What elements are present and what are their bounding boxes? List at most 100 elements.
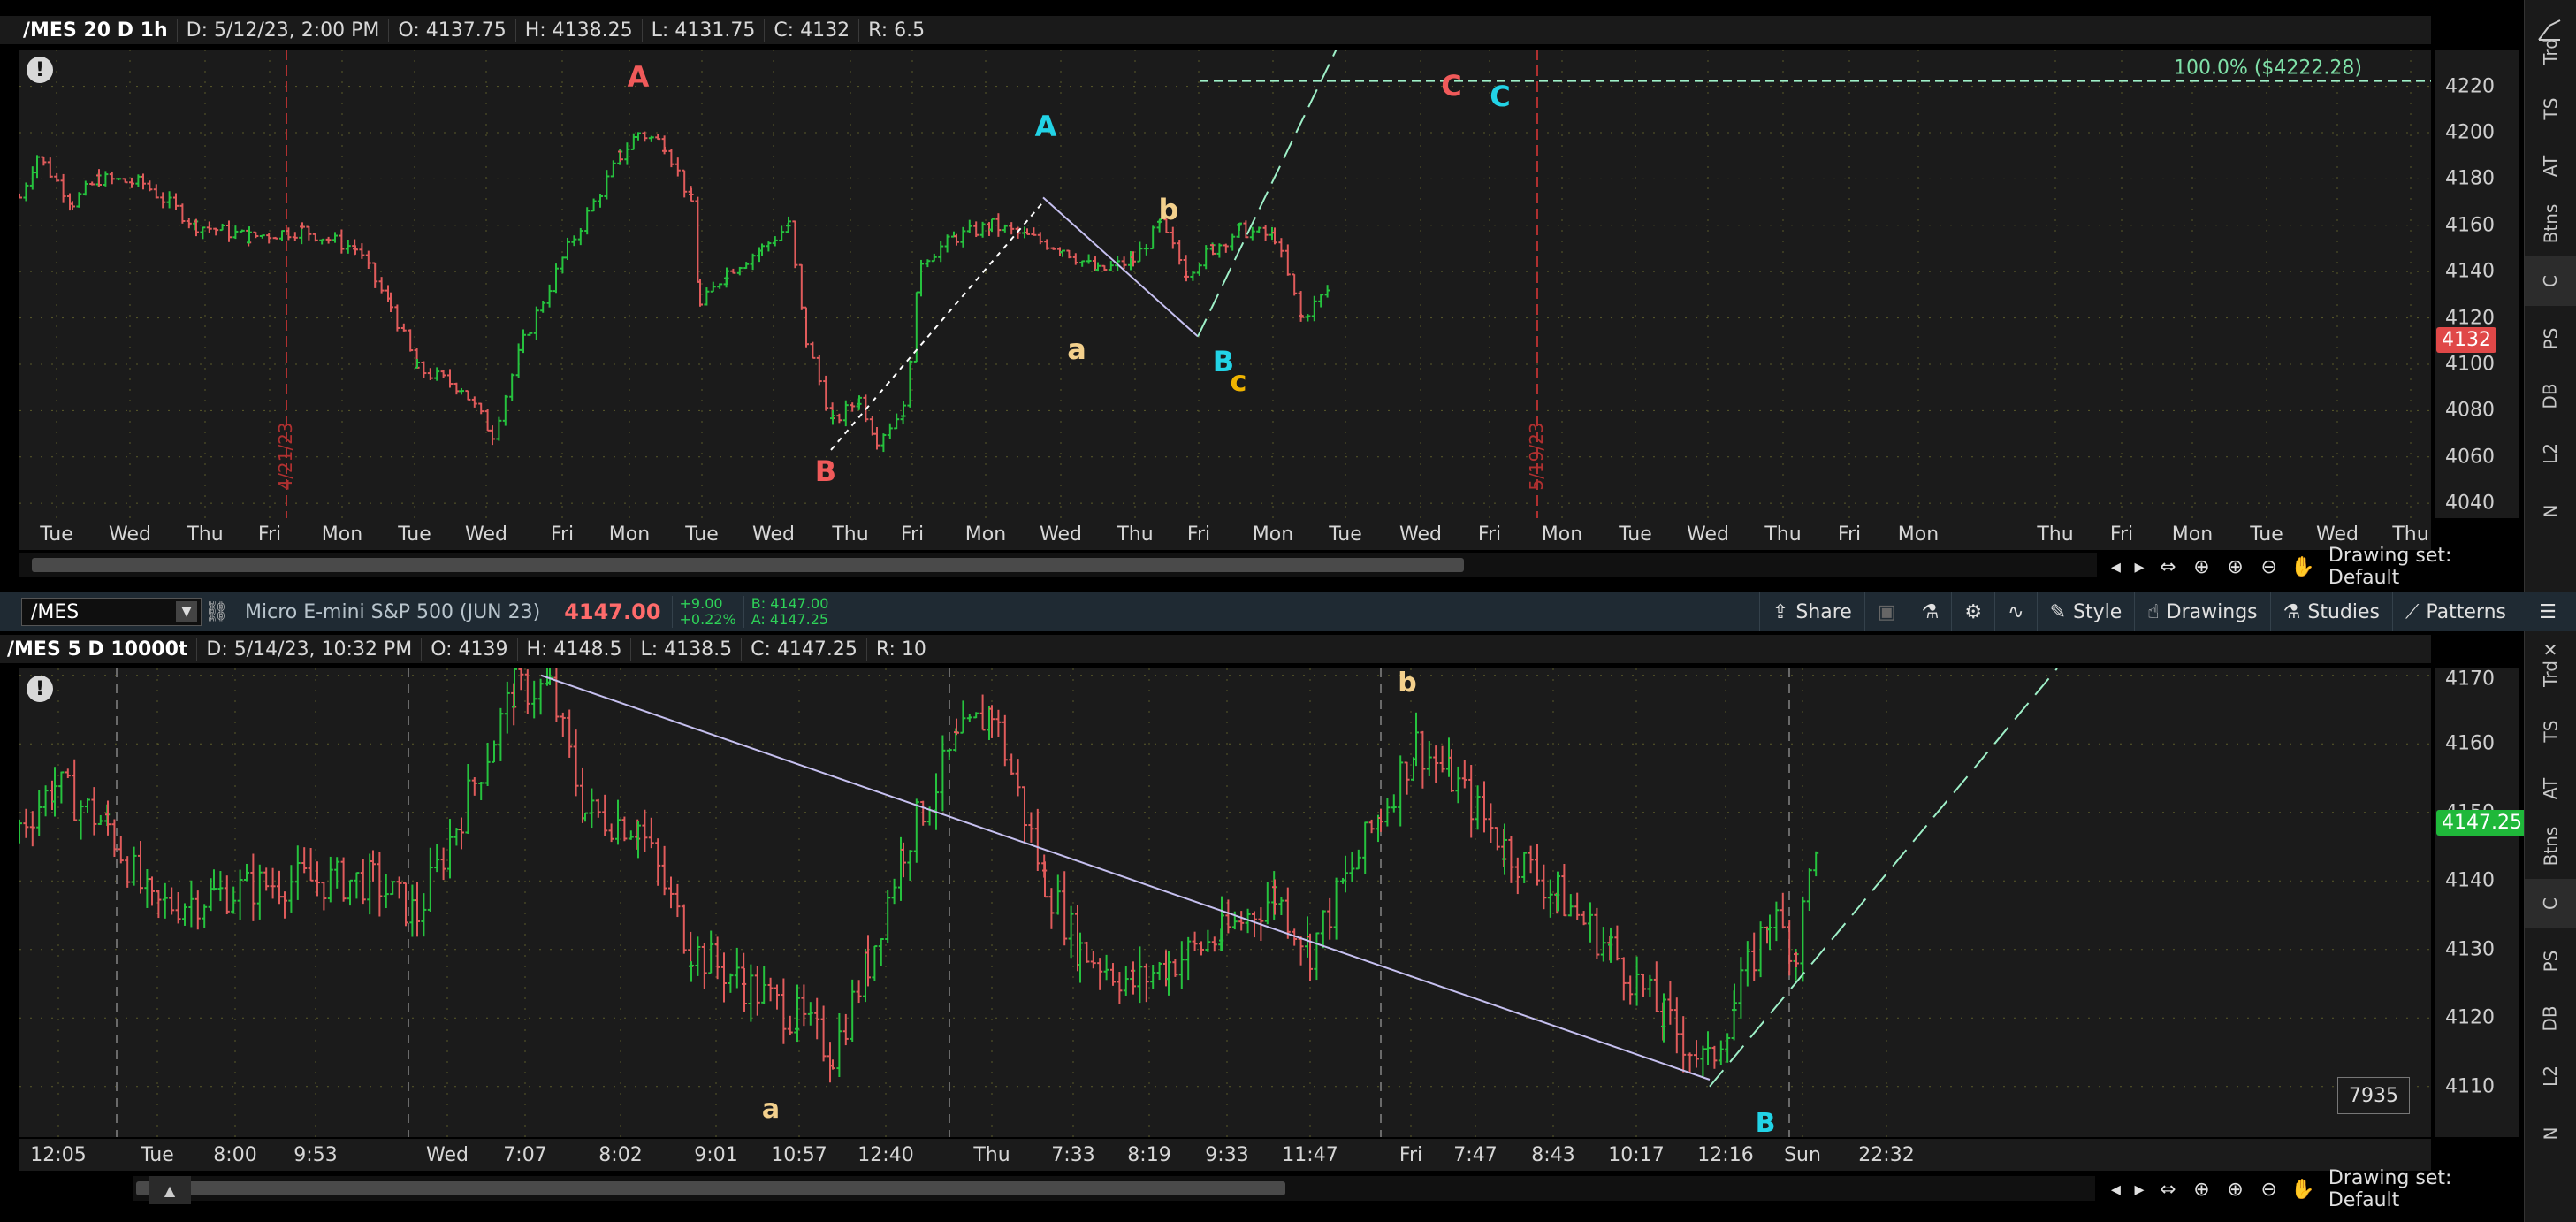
share-label: Share: [1795, 600, 1852, 623]
expand-horizontal-icon[interactable]: ⇔: [2151, 1179, 2184, 1201]
side-tab-at[interactable]: AT: [2525, 141, 2576, 191]
bottom-info-open: O: 4139: [421, 638, 516, 661]
studies-button[interactable]: ⚗ Studies: [2269, 592, 2392, 631]
crosshair-icon[interactable]: ⊕: [2184, 556, 2218, 578]
bottom-chart-plot[interactable]: b a B ! 7935: [19, 668, 2431, 1137]
bottom-last-price-badge: 4147.25: [2436, 810, 2527, 836]
side-tab-ps[interactable]: PS: [2525, 314, 2576, 363]
side-tab-ps[interactable]: PS: [2525, 936, 2576, 986]
time-label: 8:00: [213, 1144, 257, 1166]
scroll-left-icon[interactable]: ◂: [2104, 1179, 2128, 1201]
side-tab-label: C: [2540, 275, 2561, 287]
scroll-left-icon[interactable]: ◂: [2104, 556, 2128, 578]
date-marker-label: 4/21/23: [275, 422, 296, 490]
link-icon[interactable]: ⛓: [202, 601, 232, 623]
side-tab-db[interactable]: DB: [2525, 371, 2576, 421]
side-tab-label: Trd: [2540, 38, 2561, 65]
crosshair-icon[interactable]: ⊕: [2184, 1179, 2218, 1201]
side-tab-ts[interactable]: TS: [2525, 706, 2576, 756]
price-label: 4140: [2445, 260, 2495, 283]
scroll-right-icon[interactable]: ▸: [2128, 1179, 2152, 1201]
side-tab-c[interactable]: C: [2525, 879, 2576, 928]
side-tab-c[interactable]: C: [2525, 256, 2576, 306]
time-label: Fri: [2109, 523, 2134, 546]
side-tab-at[interactable]: AT: [2525, 764, 2576, 813]
side-tab-l2[interactable]: L2: [2525, 429, 2576, 478]
symbol-selector[interactable]: /MES ▼: [21, 598, 202, 626]
side-tab-trd[interactable]: Trd: [2525, 27, 2576, 76]
bottom-time-axis[interactable]: 12:05 Tue 8:00 9:53 Wed 7:07 8:02 9:01 10:57 12:4…: [19, 1139, 2431, 1171]
chart-toolbar: /MES ▼ ⛓ Micro E-mini S&P 500 (JUN 23) 4…: [0, 592, 2576, 631]
zoom-in-icon[interactable]: ⊕: [2219, 1179, 2252, 1201]
zoom-in-icon[interactable]: ⊕: [2219, 556, 2252, 578]
time-label: Wed: [1687, 523, 1729, 546]
bottom-price-axis[interactable]: 4170416041504140413041204110 4147.25: [2435, 668, 2527, 1137]
side-tab-n[interactable]: N: [2525, 486, 2576, 536]
top-chart-plot[interactable]: 4/21/23 5/19/23 100.0% ($4222.28) A B Aa b Bc C C…: [19, 50, 2431, 518]
side-tab-label: PS: [2539, 327, 2561, 350]
bottom-drawing-set[interactable]: Drawing set: Default: [2328, 1167, 2519, 1211]
time-label: Mon: [321, 523, 363, 546]
time-label: 8:43: [1531, 1144, 1575, 1166]
side-tab-btns[interactable]: Btns: [2525, 199, 2576, 248]
top-scroll-thumb[interactable]: [32, 558, 1464, 572]
bottom-scrollbar[interactable]: [133, 1176, 2095, 1201]
settings-button[interactable]: ⚙: [1951, 592, 1994, 631]
share-button[interactable]: ⇪ Share: [1758, 592, 1864, 631]
bottom-chart-symbol[interactable]: /MES 5 D 10000t: [0, 638, 196, 661]
side-tab-trd[interactable]: Trd: [2525, 649, 2576, 699]
time-label: Thu: [187, 523, 224, 546]
side-tab-db[interactable]: DB: [2525, 994, 2576, 1043]
top-time-axis[interactable]: Tue Wed Thu Fri Mon Tue Wed Fri Mon Tue Wed Thu Fri M…: [19, 518, 2431, 550]
top-info-close: C: 4132: [764, 19, 858, 42]
pan-hand-icon[interactable]: ✋: [2286, 1179, 2320, 1201]
time-label: 7:33: [1051, 1144, 1095, 1166]
time-label: Mon: [1897, 523, 1940, 546]
zoom-out-icon[interactable]: ⊖: [2252, 556, 2286, 578]
top-scrollbar[interactable]: [19, 553, 2097, 577]
net-change: +9.00 +0.22%: [671, 596, 743, 628]
side-tab-btns[interactable]: Btns: [2525, 821, 2576, 871]
time-label: Tue: [685, 523, 719, 546]
wave-label: c: [1231, 364, 1247, 398]
side-tab-label: DB: [2540, 1005, 2561, 1032]
quick-chart-button[interactable]: ∿: [1994, 592, 2036, 631]
side-tab-label: DB: [2540, 383, 2561, 409]
chevron-down-icon[interactable]: ▼: [176, 601, 197, 622]
top-chart-symbol[interactable]: /MES 20 D 1h: [0, 19, 177, 42]
expand-horizontal-icon[interactable]: ⇔: [2151, 556, 2184, 578]
side-tab-label: TS: [2539, 720, 2561, 743]
bottom-chart-footer: ◂ ▸ ⇔ ⊕ ⊕ ⊖ ✋ Drawing set: Default: [2104, 1167, 2519, 1211]
expand-panel-icon[interactable]: ▲: [149, 1176, 191, 1204]
bottom-scroll-thumb[interactable]: [136, 1181, 1285, 1195]
side-tab-n[interactable]: N: [2525, 1109, 2576, 1158]
price-label: 4220: [2445, 75, 2495, 98]
top-price-axis[interactable]: 4220 4200 4180 4160 4140 4120 4100 4080 4060 4040…: [2435, 50, 2519, 518]
wave-label: C: [1490, 80, 1510, 113]
scroll-right-icon[interactable]: ▸: [2128, 556, 2152, 578]
style-button[interactable]: ✎ Style: [2036, 592, 2135, 631]
studies-label: Studies: [2307, 600, 2380, 623]
side-tab-l2[interactable]: L2: [2525, 1051, 2576, 1101]
top-drawing-set[interactable]: Drawing set: Default: [2328, 545, 2519, 589]
time-label: Fri: [550, 523, 575, 546]
bottom-info-high: H: 4148.5: [516, 638, 631, 661]
time-label: Mon: [1252, 523, 1294, 546]
pulse-icon: ∿: [2008, 600, 2024, 623]
camera-icon: ▣: [1877, 600, 1896, 623]
symbol-input[interactable]: /MES: [31, 601, 79, 623]
snapshot-button[interactable]: ▣: [1863, 592, 1909, 631]
bottom-alert-icon[interactable]: !: [27, 676, 53, 702]
pan-hand-icon[interactable]: ✋: [2286, 556, 2320, 578]
drawings-button[interactable]: ☝ Drawings: [2134, 592, 2269, 631]
side-tab-ts[interactable]: TS: [2525, 84, 2576, 134]
patterns-button[interactable]: ⟋ Patterns: [2391, 592, 2519, 631]
zoom-out-icon[interactable]: ⊖: [2252, 1179, 2286, 1201]
menu-button[interactable]: ☰: [2519, 592, 2576, 631]
top-alert-icon[interactable]: !: [27, 57, 53, 83]
price-label: 4120: [2445, 1006, 2495, 1029]
top-side-panel: Trd TS AT Btns C PS DB L2 N: [2524, 0, 2576, 598]
flask-button[interactable]: ⚗: [1908, 592, 1952, 631]
wave-label: b: [1159, 193, 1179, 226]
side-tab-label: TS: [2539, 97, 2561, 120]
